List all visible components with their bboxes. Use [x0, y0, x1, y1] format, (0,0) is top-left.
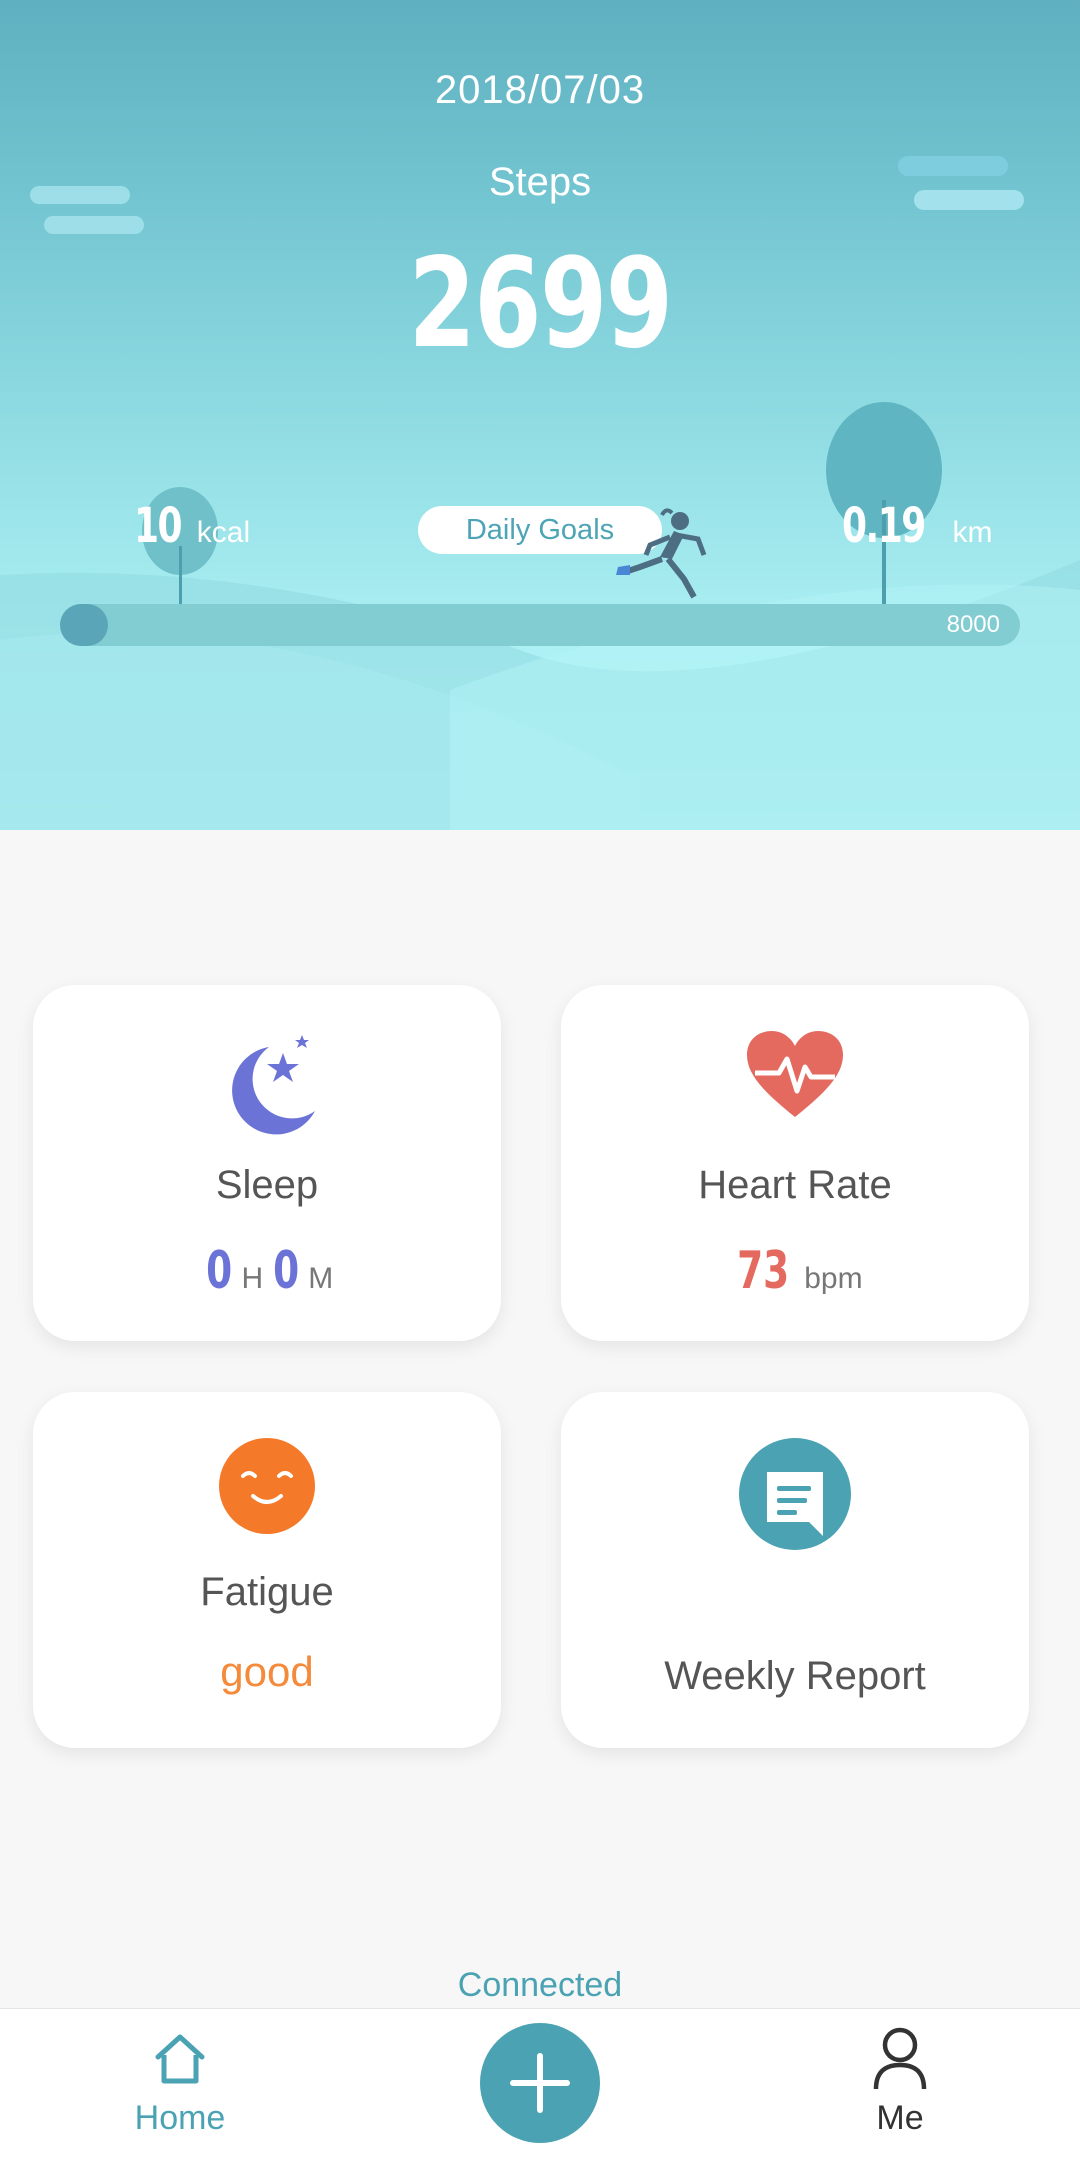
home-icon	[155, 2034, 205, 2084]
sleep-title: Sleep	[215, 1163, 319, 1207]
calories-value: 10	[134, 498, 183, 554]
heart-pulse-icon	[747, 1031, 843, 1117]
sleep-minutes-unit: M	[308, 1262, 334, 1295]
date-label[interactable]: 2018/07/03	[0, 68, 1080, 113]
sleep-minutes: 0	[272, 1241, 299, 1301]
add-button[interactable]	[480, 2023, 600, 2143]
heart-rate-reading: 73 bpm	[561, 1241, 1029, 1301]
fatigue-card[interactable]: Fatigue good	[33, 1392, 501, 1748]
calories-stat: 10 kcal	[134, 498, 250, 554]
steps-goal-value: 8000	[946, 611, 1000, 638]
nav-me-label: Me	[876, 2099, 924, 2137]
heart-rate-title: Heart Rate	[698, 1163, 892, 1207]
steps-header: 2018/07/03 Steps 2699 10 kcal Daily Goals…	[0, 0, 1080, 830]
connection-status: Connected	[457, 1966, 623, 2004]
heart-rate-card[interactable]: Heart Rate 73 bpm	[561, 985, 1029, 1341]
steps-progress-bar: 8000	[60, 604, 1020, 646]
nav-home[interactable]: Home	[130, 2009, 230, 2160]
distance-unit: km	[952, 516, 993, 549]
bottom-navigation: Home Me	[0, 2008, 1080, 2160]
nav-me[interactable]: Me	[850, 2009, 950, 2160]
person-icon	[873, 2027, 927, 2090]
weekly-report-card[interactable]: Weekly Report	[561, 1392, 1029, 1748]
sleep-duration: 0 H 0 M	[33, 1241, 501, 1301]
distance-value: 0.19	[842, 498, 926, 554]
steps-count: 2699	[408, 232, 674, 376]
sleep-card[interactable]: Sleep 0 H 0 M	[33, 985, 501, 1341]
sleep-hours: 0	[205, 1241, 232, 1301]
distance-stat: 0.19 km	[842, 498, 992, 554]
sleep-hours-unit: H	[241, 1262, 264, 1295]
heart-rate-unit: bpm	[804, 1262, 863, 1295]
nav-home-label: Home	[134, 2099, 226, 2137]
fatigue-title: Fatigue	[200, 1570, 334, 1614]
steps-label: Steps	[488, 160, 592, 204]
calories-unit: kcal	[196, 516, 251, 549]
smiley-icon	[219, 1438, 315, 1534]
fatigue-value: good	[220, 1648, 314, 1695]
fatigue-status: good	[33, 1648, 501, 1696]
plus-icon	[510, 2053, 570, 2113]
report-doc-icon	[739, 1438, 851, 1550]
moon-star-icon	[232, 1035, 315, 1135]
heart-rate-value: 73	[737, 1241, 790, 1301]
progress-start-knob	[60, 604, 108, 646]
weekly-report-title: Weekly Report	[664, 1654, 926, 1698]
runner-icon	[616, 508, 707, 599]
